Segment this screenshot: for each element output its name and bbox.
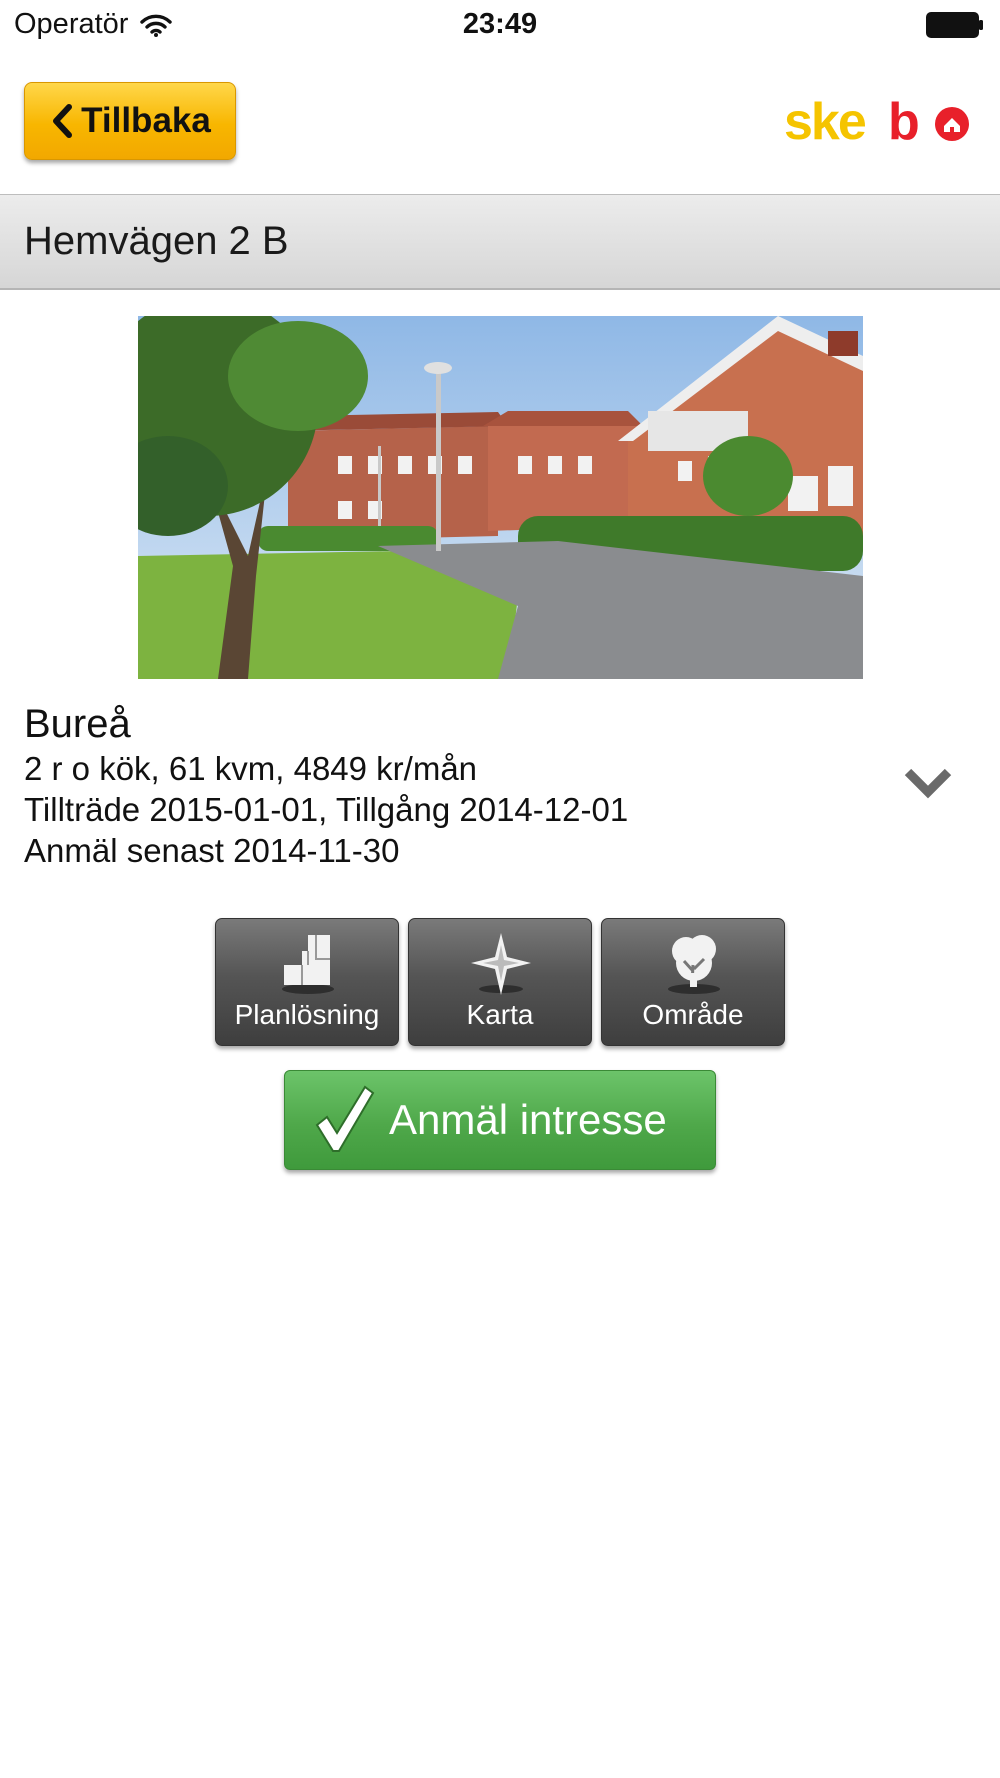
svg-text:ske: ske bbox=[784, 93, 866, 148]
listing-deadline: Anmäl senast 2014-11-30 bbox=[24, 832, 400, 869]
app-header: Tillbaka ske b bbox=[0, 52, 1000, 194]
floorplan-button[interactable]: Planlösning bbox=[215, 918, 399, 1046]
register-interest-label: Anmäl intresse bbox=[389, 1096, 667, 1143]
title-bar: Hemvägen 2 B bbox=[0, 194, 1000, 290]
battery-icon bbox=[926, 12, 983, 38]
chevron-left-icon bbox=[53, 104, 73, 138]
checkmark-icon bbox=[315, 1085, 375, 1152]
area-button-label: Område bbox=[642, 999, 744, 1030]
building-photo bbox=[138, 316, 863, 679]
back-button-label: Tillbaka bbox=[81, 101, 211, 140]
chevron-down-icon[interactable] bbox=[902, 762, 954, 802]
map-button[interactable]: Karta bbox=[408, 918, 592, 1046]
floorplan-button-label: Planlösning bbox=[234, 999, 380, 1030]
action-buttons: Planlösning Karta Område bbox=[215, 918, 785, 1046]
floorplan-icon bbox=[282, 935, 334, 994]
area-button[interactable]: Område bbox=[601, 918, 785, 1046]
register-interest-button[interactable]: Anmäl intresse bbox=[284, 1070, 716, 1170]
compass-icon bbox=[471, 933, 531, 995]
listing-details: Bureå 2 r o kök, 61 kvm, 4849 kr/mån Til… bbox=[24, 700, 884, 871]
tree-icon bbox=[668, 935, 720, 994]
clock: 23:49 bbox=[462, 8, 538, 40]
page-title: Hemvägen 2 B bbox=[24, 219, 289, 263]
skebo-logo: ske b bbox=[784, 93, 969, 148]
back-button[interactable]: Tillbaka bbox=[24, 82, 236, 160]
status-bar: Operatör 23:49 bbox=[0, 0, 1000, 52]
listing-summary: 2 r o kök, 61 kvm, 4849 kr/mån bbox=[24, 750, 478, 787]
listing-dates: Tillträde 2015-01-01, Tillgång 2014-12-0… bbox=[24, 791, 629, 828]
listing-city: Bureå bbox=[24, 702, 131, 746]
svg-text:b: b bbox=[888, 93, 918, 148]
map-button-label: Karta bbox=[466, 999, 534, 1030]
